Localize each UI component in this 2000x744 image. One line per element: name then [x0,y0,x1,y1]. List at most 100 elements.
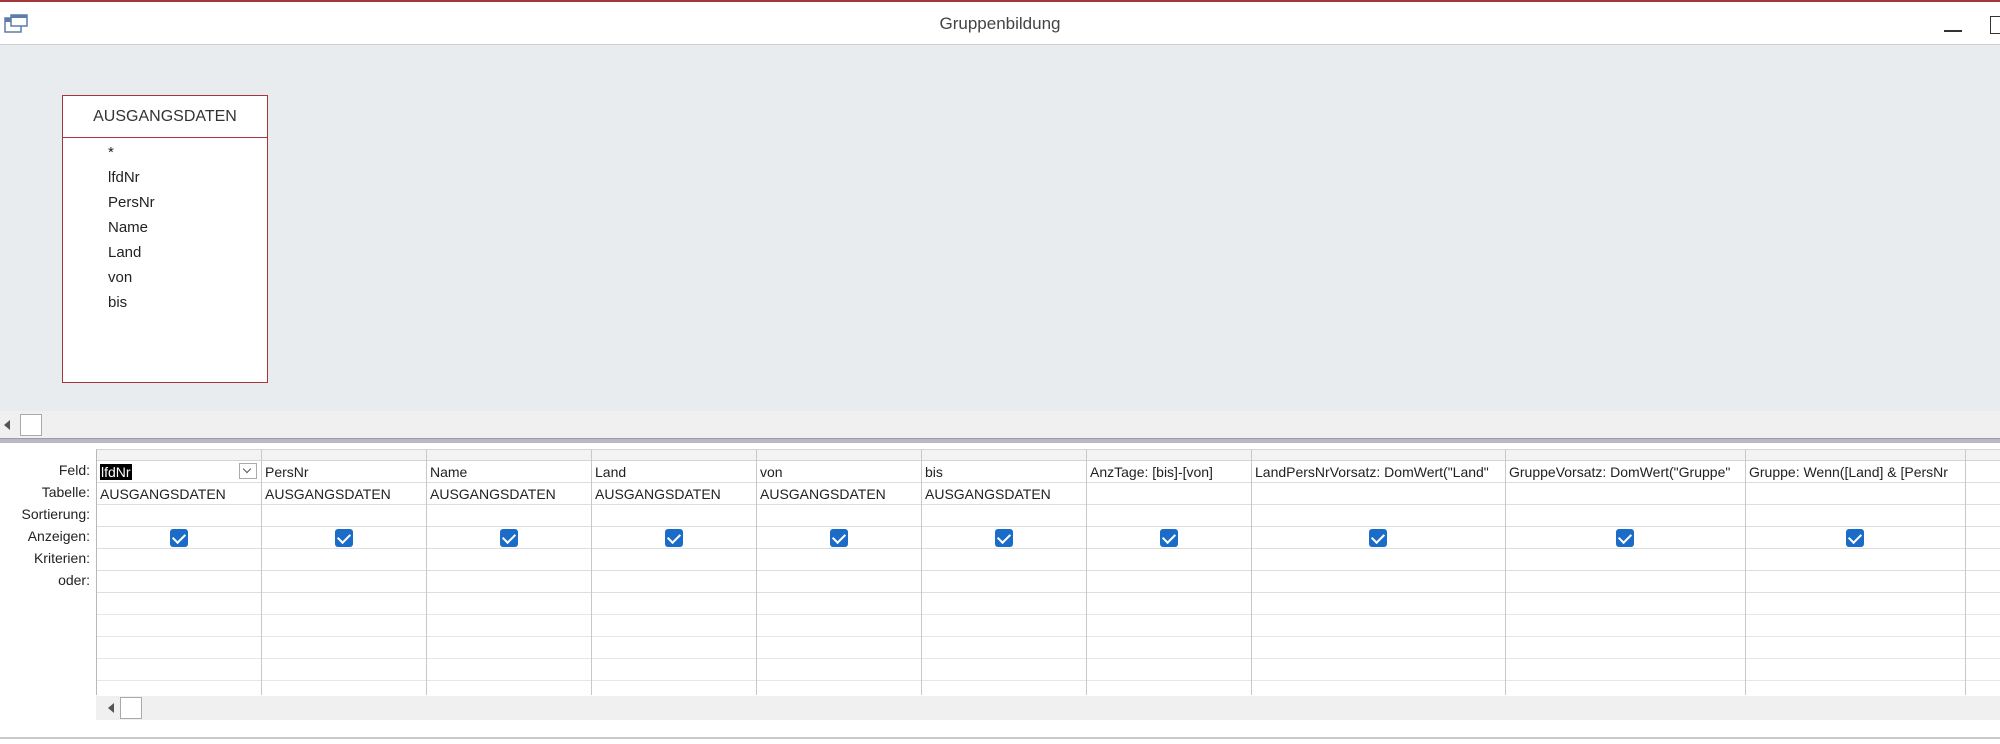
empty-cell[interactable] [922,615,1086,637]
sort-cell[interactable] [592,505,756,527]
empty-cell[interactable] [1506,593,1745,615]
table-cell[interactable] [1506,483,1745,505]
table-cell[interactable] [1087,483,1251,505]
empty-cell[interactable] [1087,681,1251,695]
empty-cell[interactable] [427,681,591,695]
field-cell[interactable]: GruppeVorsatz: DomWert("Gruppe" [1506,461,1745,483]
or-cell[interactable] [1506,571,1745,593]
show-checkbox[interactable] [1369,529,1387,547]
criteria-cell[interactable] [427,549,591,571]
criteria-cell[interactable] [1087,549,1251,571]
empty-cell[interactable] [757,659,921,681]
grid-scrollbar[interactable] [96,696,2000,720]
field-cell[interactable]: LandPersNrVorsatz: DomWert("Land" [1252,461,1505,483]
show-cell[interactable] [97,527,261,549]
empty-cell[interactable] [922,659,1086,681]
empty-cell[interactable] [1746,681,1965,695]
show-checkbox[interactable] [664,529,683,547]
show-cell[interactable] [1252,527,1505,549]
table-cell[interactable]: AUSGANGSDATEN [262,483,426,505]
query-design-area[interactable]: AUSGANGSDATEN * lfdNr PersNr Name Land von bis [0,45,2000,411]
grid-column[interactable]: PersNr AUSGANGSDATEN [262,450,427,695]
field-cell[interactable]: Gruppe: Wenn([Land] & [PersNr [1746,461,1965,483]
field-cell[interactable]: lfdNr [97,461,261,483]
column-selector[interactable] [922,450,1086,461]
empty-cell[interactable] [1252,593,1505,615]
empty-cell[interactable] [592,615,756,637]
table-cell[interactable]: AUSGANGSDATEN [97,483,261,505]
empty-cell[interactable] [427,615,591,637]
empty-cell[interactable] [97,659,261,681]
empty-cell[interactable] [1087,637,1251,659]
column-selector[interactable] [1746,450,1965,461]
or-cell[interactable] [1087,571,1251,593]
criteria-cell[interactable] [757,549,921,571]
empty-cell[interactable] [1506,615,1745,637]
empty-cell[interactable] [1746,637,1965,659]
empty-cell[interactable] [97,637,261,659]
or-cell[interactable] [1966,571,2000,593]
criteria-cell[interactable] [592,549,756,571]
sort-cell[interactable] [1087,505,1251,527]
field-list-item[interactable]: von [108,265,267,290]
sort-cell[interactable] [1252,505,1505,527]
show-checkbox[interactable] [829,529,848,547]
empty-cell[interactable] [1087,593,1251,615]
field-cell[interactable]: Name [427,461,591,483]
show-cell[interactable] [922,527,1086,549]
sort-cell[interactable] [1506,505,1745,527]
empty-cell[interactable] [592,637,756,659]
empty-cell[interactable] [1087,615,1251,637]
sort-cell[interactable] [262,505,426,527]
field-list-item[interactable]: bis [108,290,267,315]
empty-cell[interactable] [1252,615,1505,637]
empty-cell[interactable] [922,637,1086,659]
sort-cell[interactable] [97,505,261,527]
empty-cell[interactable] [757,615,921,637]
empty-cell[interactable] [1252,681,1505,695]
empty-cell[interactable] [427,593,591,615]
empty-cell[interactable] [1966,681,2000,695]
or-cell[interactable] [1746,571,1965,593]
field-list-item[interactable]: lfdNr [108,165,267,190]
empty-cell[interactable] [1966,593,2000,615]
show-cell[interactable] [757,527,921,549]
show-cell[interactable] [1087,527,1251,549]
grid-column[interactable]: AnzTage: [bis]-[von] [1087,450,1252,695]
criteria-cell[interactable] [262,549,426,571]
or-cell[interactable] [427,571,591,593]
grid-column[interactable]: bis AUSGANGSDATEN [922,450,1087,695]
field-cell[interactable]: von [757,461,921,483]
show-checkbox[interactable] [1846,529,1864,547]
grid-column[interactable]: Land AUSGANGSDATEN [592,450,757,695]
field-cell[interactable] [1966,461,2000,483]
grid-scroll-thumb[interactable] [120,697,142,719]
criteria-cell[interactable] [1746,549,1965,571]
column-selector[interactable] [1087,450,1251,461]
criteria-cell[interactable] [1506,549,1745,571]
empty-cell[interactable] [1746,659,1965,681]
empty-cell[interactable] [592,593,756,615]
empty-cell[interactable] [1252,659,1505,681]
empty-cell[interactable] [592,659,756,681]
empty-cell[interactable] [262,681,426,695]
empty-cell[interactable] [1966,659,2000,681]
table-cell[interactable] [1746,483,1965,505]
criteria-cell[interactable] [1966,549,2000,571]
show-checkbox[interactable] [1616,529,1634,547]
show-checkbox[interactable] [169,529,188,547]
show-checkbox[interactable] [994,529,1013,547]
show-checkbox[interactable] [1159,529,1178,547]
empty-cell[interactable] [262,659,426,681]
column-selector[interactable] [1506,450,1745,461]
empty-cell[interactable] [427,637,591,659]
criteria-cell[interactable] [1252,549,1505,571]
column-selector[interactable] [97,450,261,461]
field-cell[interactable]: bis [922,461,1086,483]
empty-cell[interactable] [922,593,1086,615]
chevron-down-icon[interactable] [239,463,257,479]
show-checkbox[interactable] [334,529,353,547]
sort-cell[interactable] [757,505,921,527]
criteria-cell[interactable] [97,549,261,571]
table-cell[interactable]: AUSGANGSDATEN [592,483,756,505]
